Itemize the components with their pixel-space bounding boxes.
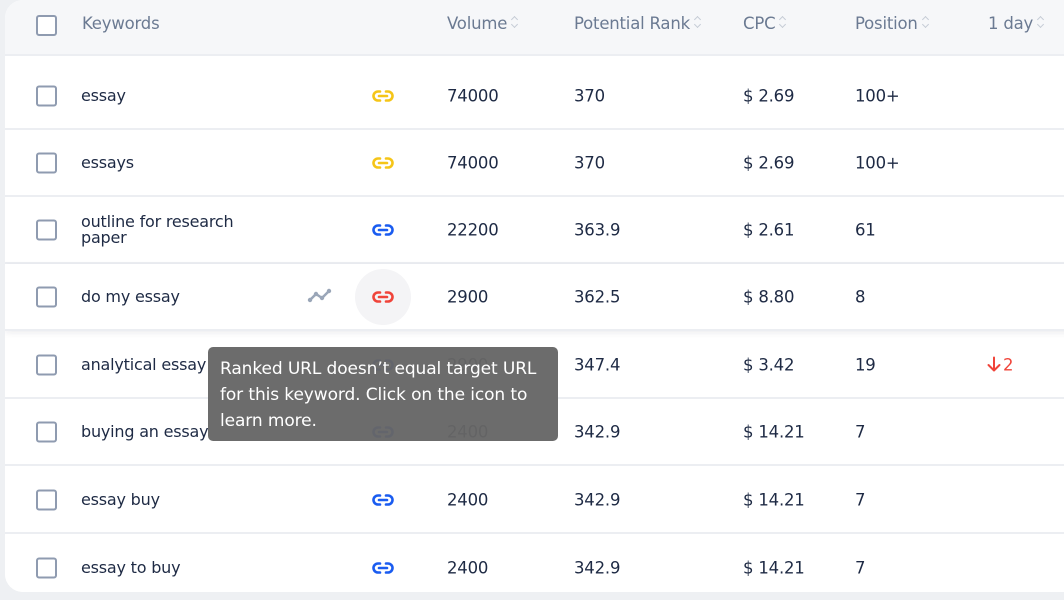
sort-icon[interactable]: [922, 16, 930, 28]
volume-value: 74000: [447, 153, 499, 172]
sort-icon[interactable]: [1037, 16, 1045, 28]
cpc-value: $ 14.21: [743, 490, 805, 509]
potential-rank-value: 342.9: [574, 422, 621, 441]
cpc-value: $ 14.21: [743, 422, 805, 441]
potential-rank-value: 370: [574, 153, 605, 172]
position-value: 100+: [855, 153, 900, 172]
column-header-volume[interactable]: Volume: [447, 14, 519, 33]
row-checkbox[interactable]: [36, 489, 57, 510]
potential-rank-value: 342.9: [574, 490, 621, 509]
table-header: Keywords Volume Potential Rank CPC Posit…: [5, 0, 1064, 56]
potential-rank-value: 363.9: [574, 220, 621, 239]
position-change: 2: [987, 355, 1014, 374]
keywords-table-card: Keywords Volume Potential Rank CPC Posit…: [5, 0, 1064, 592]
position-value: 7: [855, 558, 866, 577]
cpc-value: $ 14.21: [743, 558, 805, 577]
keyword-text: essay buy: [81, 489, 160, 509]
cpc-value: $ 3.42: [743, 355, 795, 374]
volume-value: 2400: [447, 558, 489, 577]
keyword-text: essay: [81, 85, 126, 105]
potential-rank-value: 370: [574, 86, 605, 105]
cpc-value: $ 2.61: [743, 220, 795, 239]
row-checkbox[interactable]: [36, 152, 57, 173]
ranked-url-link-icon[interactable]: [355, 135, 411, 191]
cpc-value: $ 8.80: [743, 287, 795, 306]
column-header-cpc[interactable]: CPC: [743, 14, 787, 33]
sort-icon[interactable]: [511, 16, 519, 28]
column-header-keywords: Keywords: [82, 14, 160, 33]
volume-value: 2900: [447, 287, 489, 306]
row-checkbox[interactable]: [36, 286, 57, 307]
volume-value: 2400: [447, 490, 489, 509]
row-checkbox[interactable]: [36, 354, 57, 375]
keyword-text: essay to buy: [81, 557, 181, 577]
ranked-url-link-icon[interactable]: [355, 202, 411, 258]
trend-chart-icon[interactable]: [307, 287, 333, 307]
column-header-potential-rank[interactable]: Potential Rank: [574, 14, 702, 33]
ranked-url-link-icon[interactable]: [355, 472, 411, 528]
ranked-url-link-icon[interactable]: [355, 268, 411, 325]
ranked-url-link-icon[interactable]: [355, 68, 411, 124]
cpc-value: $ 2.69: [743, 86, 795, 105]
potential-rank-value: 342.9: [574, 558, 621, 577]
position-value: 8: [855, 287, 866, 306]
position-value: 7: [855, 422, 866, 441]
keyword-text: outline for research paper: [81, 211, 234, 247]
position-value: 7: [855, 490, 866, 509]
table-row[interactable]: essay 74000 370 $ 2.69 100+: [5, 63, 1064, 130]
keyword-text: essays: [81, 152, 134, 172]
potential-rank-value: 362.5: [574, 287, 621, 306]
sort-icon[interactable]: [694, 16, 702, 28]
position-value: 19: [855, 355, 876, 374]
table-row[interactable]: outline for research paper 22200 363.9 $ 2.…: [5, 197, 1064, 264]
volume-value: 22200: [447, 220, 499, 239]
potential-rank-value: 347.4: [574, 355, 621, 374]
table-row[interactable]: essay buy 2400 342.9 $ 14.21 7: [5, 467, 1064, 534]
cpc-value: $ 2.69: [743, 153, 795, 172]
table-row[interactable]: essay to buy 2400 342.9 $ 14.21 7: [5, 535, 1064, 592]
select-all-checkbox[interactable]: [36, 15, 57, 36]
table-row[interactable]: essays 74000 370 $ 2.69 100+: [5, 130, 1064, 197]
sort-icon[interactable]: [779, 16, 787, 28]
volume-value: 74000: [447, 86, 499, 105]
position-value: 61: [855, 220, 876, 239]
table-row[interactable]: do my essay 2900 362.5 $ 8.80 8: [5, 264, 1064, 331]
url-mismatch-tooltip: Ranked URL doesn’t equal target URL for …: [208, 347, 558, 441]
row-checkbox[interactable]: [36, 85, 57, 106]
arrow-down-icon: [987, 356, 1001, 372]
column-header-position[interactable]: Position: [855, 14, 930, 33]
keyword-text: do my essay: [81, 286, 180, 306]
row-checkbox[interactable]: [36, 421, 57, 442]
position-change-value: 2: [1003, 355, 1014, 374]
column-header-1-day[interactable]: 1 day: [988, 14, 1045, 33]
row-checkbox[interactable]: [36, 557, 57, 578]
position-value: 100+: [855, 86, 900, 105]
row-checkbox[interactable]: [36, 219, 57, 240]
ranked-url-link-icon[interactable]: [355, 540, 411, 593]
